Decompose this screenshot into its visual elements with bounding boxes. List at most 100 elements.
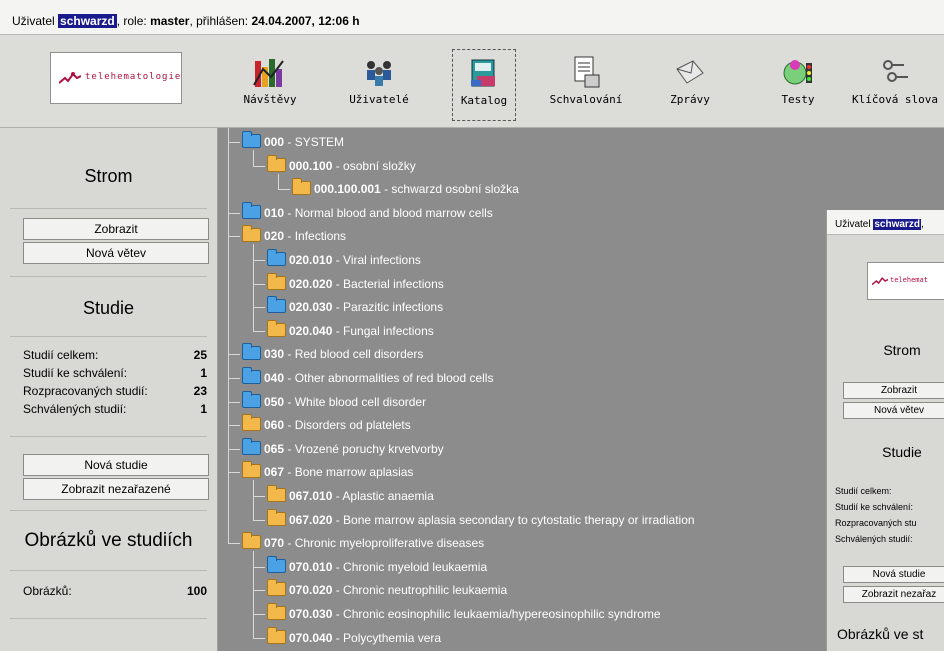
- tree-connector: [253, 283, 265, 285]
- stat-value: 25: [193, 348, 207, 362]
- new-study-button[interactable]: Nová studie: [23, 454, 209, 476]
- tree-node[interactable]: 070 - Chronic myeloproliferative disease…: [242, 532, 484, 553]
- secondary-stat-label: Rozpracovaných stu: [835, 518, 917, 528]
- tree-node[interactable]: 000 - SYSTEM: [242, 131, 344, 152]
- tree-node-name: - Chronic eosinophilic leukaemia/hypereo…: [332, 607, 661, 621]
- images-section-title: Obrázků ve studiích: [24, 530, 193, 551]
- logo-text: telehematologie: [85, 72, 182, 82]
- tree-node-code: 067: [264, 465, 285, 480]
- folder-icon: [242, 461, 261, 479]
- stat-value: 100: [186, 584, 207, 598]
- folder-icon: [242, 225, 261, 243]
- toolbar-label: Klíčová slova: [851, 93, 939, 106]
- tree-node[interactable]: 067.020 - Bone marrow aplasia secondary …: [267, 508, 695, 530]
- tree-connector: [253, 614, 265, 615]
- tree-node[interactable]: 067.010 - Aplastic anaemia: [267, 485, 434, 506]
- tree-section-title: Strom: [84, 166, 133, 186]
- show-unassigned-button[interactable]: Zobrazit nezařazené: [23, 478, 209, 500]
- toolbar-klicova-slova[interactable]: Klíčová slova: [846, 49, 944, 119]
- secondary-user-bar: Uživatel schwarzd,: [827, 210, 944, 235]
- stat-studies-approved: Schválených studií: 1: [23, 402, 207, 416]
- divider: [10, 336, 207, 337]
- tree-node-name: - Red blood cell disorders: [284, 347, 424, 362]
- tree-connector: [253, 244, 254, 331]
- tree-node[interactable]: 050 - White blood cell disorder: [242, 390, 426, 412]
- tree-node[interactable]: 070.030 - Chronic eosinophilic leukaemia…: [267, 603, 661, 624]
- tree-node-code: 040: [264, 371, 285, 385]
- toolbar-label: Testy: [781, 93, 815, 106]
- sidebar: Strom Zobrazit Nová větev Studie Studií …: [0, 128, 218, 651]
- keys-icon: [878, 55, 912, 89]
- tree-node-name: - Bone marrow aplasias: [284, 465, 414, 480]
- username[interactable]: schwarzd: [873, 219, 921, 230]
- tree-node[interactable]: 060 - Disorders od platelets: [242, 414, 411, 435]
- toolbar-zpravy[interactable]: Zprávy: [660, 49, 720, 119]
- tree-connector: [228, 142, 240, 143]
- tree-node[interactable]: 020 - Infections: [242, 225, 346, 246]
- tree-connector: [253, 637, 265, 639]
- secondary-show-button[interactable]: Zobrazit: [843, 382, 944, 399]
- folder-icon: [292, 178, 311, 196]
- folder-icon: [267, 555, 286, 573]
- tree-node[interactable]: 020.020 - Bacterial infections: [267, 272, 444, 294]
- stat-value: 23: [193, 384, 207, 398]
- tree-connector: [253, 590, 265, 592]
- tree-node[interactable]: 000.100.001 - schwarzd osobní složka: [292, 178, 519, 199]
- tree-node[interactable]: 020.010 - Viral infections: [267, 249, 421, 270]
- tree-node[interactable]: 020.040 - Fungal infections: [267, 319, 434, 341]
- tree-connector: [253, 307, 265, 309]
- logo[interactable]: telehematologie: [50, 52, 182, 104]
- divider: [10, 276, 207, 277]
- user-info-bar: Uživatel schwarzd, role: master, přihláš…: [0, 0, 944, 35]
- tree-connector: [253, 551, 254, 638]
- tree-connector: [228, 448, 240, 450]
- secondary-new-study-button[interactable]: Nová studie: [843, 566, 944, 583]
- folder-icon: [242, 201, 261, 219]
- folder-icon: [267, 603, 286, 620]
- toolbar-uzivatele[interactable]: Uživatelé: [344, 49, 414, 119]
- tree-node[interactable]: 070.010 - Chronic myeloid leukaemia: [267, 555, 487, 577]
- envelope-icon: [673, 55, 707, 89]
- users-icon: [362, 55, 396, 89]
- show-tree-button[interactable]: Zobrazit: [23, 218, 209, 240]
- toolbar-testy[interactable]: Testy: [770, 49, 826, 119]
- secondary-images-title: Obrázků ve st: [837, 626, 924, 642]
- tree-node[interactable]: 010 - Normal blood and blood marrow cell…: [242, 201, 493, 223]
- secondary-stat-label: Schválených studií:: [835, 534, 913, 544]
- secondary-logo[interactable]: telehemat: [867, 262, 944, 300]
- tree-node[interactable]: 065 - Vrozené poruchy krvetvorby: [242, 437, 444, 459]
- tree-node[interactable]: 030 - Red blood cell disorders: [242, 343, 424, 364]
- toolbar-katalog[interactable]: Katalog: [452, 49, 516, 121]
- new-branch-button[interactable]: Nová větev: [23, 242, 209, 264]
- folder-icon: [267, 508, 286, 526]
- stat-value: 1: [200, 402, 207, 416]
- stat-studies-pending: Studií ke schválení: 1: [23, 366, 207, 380]
- secondary-show-unassigned-button[interactable]: Zobrazit nezařaz: [843, 586, 944, 603]
- toolbar-label: Schvalování: [549, 93, 623, 106]
- secondary-new-branch-button[interactable]: Nová větev: [843, 402, 944, 419]
- tree-node-code: 000.100.001: [314, 182, 381, 197]
- catalog-icon: [467, 56, 501, 90]
- tree-node[interactable]: 020.030 - Parazitic infections: [267, 296, 443, 317]
- tree-node[interactable]: 070.020 - Chronic neutrophilic leukaemia: [267, 579, 508, 600]
- main-toolbar: telehematologie Návštěvy Uživatelé Katal…: [0, 35, 944, 128]
- secondary-user-info: Uživatel schwarzd,: [835, 219, 924, 230]
- tree-node-code: 000.100: [289, 158, 333, 173]
- folder-icon: [242, 414, 261, 432]
- tree-node-code: 070: [264, 536, 285, 551]
- tree-node-name: - Aplastic anaemia: [332, 489, 434, 503]
- tree-node-code: 020.030: [289, 300, 333, 315]
- stat-label: Obrázků:: [23, 584, 72, 598]
- tree-node-name: - Chronic neutrophilic leukaemia: [332, 583, 508, 598]
- tree-node[interactable]: 067 - Bone marrow aplasias: [242, 461, 414, 482]
- logo-text: telehemat: [890, 276, 928, 284]
- folder-icon: [267, 296, 286, 314]
- tree-node[interactable]: 000.100 - osobní složky: [267, 154, 416, 176]
- tree-connector: [253, 566, 265, 568]
- username[interactable]: schwarzd: [58, 14, 117, 28]
- toolbar-navstevy[interactable]: Návštěvy: [238, 49, 302, 119]
- tree-node[interactable]: 070.040 - Polycythemia vera: [267, 626, 441, 648]
- toolbar-schvalovani[interactable]: Schvalování: [544, 49, 628, 119]
- tree-node[interactable]: 040 - Other abnormalities of red blood c…: [242, 367, 493, 388]
- logo-mark-icon: [59, 72, 81, 84]
